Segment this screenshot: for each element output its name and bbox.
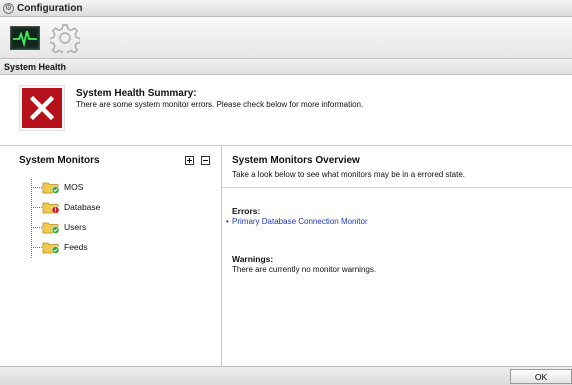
summary-message: There are some system monitor errors. Pl…	[76, 100, 364, 109]
section-title: System Health	[4, 61, 67, 72]
monitor-tree: MOS Database Users Feeds	[8, 176, 221, 266]
tree-item-label: Database	[64, 202, 101, 212]
ok-button[interactable]: OK	[510, 369, 572, 384]
system-monitors-pane: System Monitors MOS Database Users Feeds	[8, 146, 221, 366]
dialog-footer: OK	[0, 366, 572, 385]
monitors-title: System Monitors	[19, 155, 100, 166]
overview-subtitle: Take a look below to see what monitors m…	[232, 170, 466, 179]
health-summary: System Health Summary: There are some sy…	[0, 75, 572, 145]
tree-item-label: Users	[64, 222, 87, 232]
settings-gear-icon[interactable]	[50, 23, 80, 53]
overview-title: System Monitors Overview	[232, 155, 360, 166]
toolbar	[0, 17, 572, 59]
warnings-heading: Warnings:	[232, 254, 274, 264]
tree-item-label: MOS	[64, 182, 84, 192]
window-title: Configuration	[17, 2, 83, 14]
divider	[222, 187, 572, 188]
collapse-all-button[interactable]	[201, 156, 210, 165]
folder-error-icon	[42, 202, 60, 214]
folder-ok-icon	[42, 222, 60, 234]
tree-item-users[interactable]: Users	[31, 218, 86, 236]
monitors-overview-pane: System Monitors Overview Take a look bel…	[221, 146, 572, 366]
folder-ok-icon	[42, 242, 60, 254]
gear-icon: ⚙	[3, 2, 14, 14]
window-titlebar: ⚙ Configuration	[0, 0, 572, 17]
close-icon	[29, 95, 55, 121]
error-status-icon	[19, 85, 65, 131]
tree-item-mos[interactable]: MOS	[31, 178, 83, 196]
summary-title: System Health Summary:	[76, 88, 197, 99]
folder-ok-icon	[42, 182, 60, 194]
errors-heading: Errors:	[232, 206, 261, 216]
error-link[interactable]: • Primary Database Connection Monitor	[226, 217, 368, 226]
section-header: System Health	[0, 59, 572, 75]
warnings-text: There are currently no monitor warnings.	[232, 265, 377, 274]
expand-all-button[interactable]	[185, 156, 194, 165]
tree-item-feeds[interactable]: Feeds	[31, 238, 88, 256]
tree-item-database[interactable]: Database	[31, 198, 100, 216]
error-link-label: Primary Database Connection Monitor	[232, 217, 368, 226]
system-health-icon[interactable]	[10, 26, 40, 50]
tree-item-label: Feeds	[64, 242, 88, 252]
